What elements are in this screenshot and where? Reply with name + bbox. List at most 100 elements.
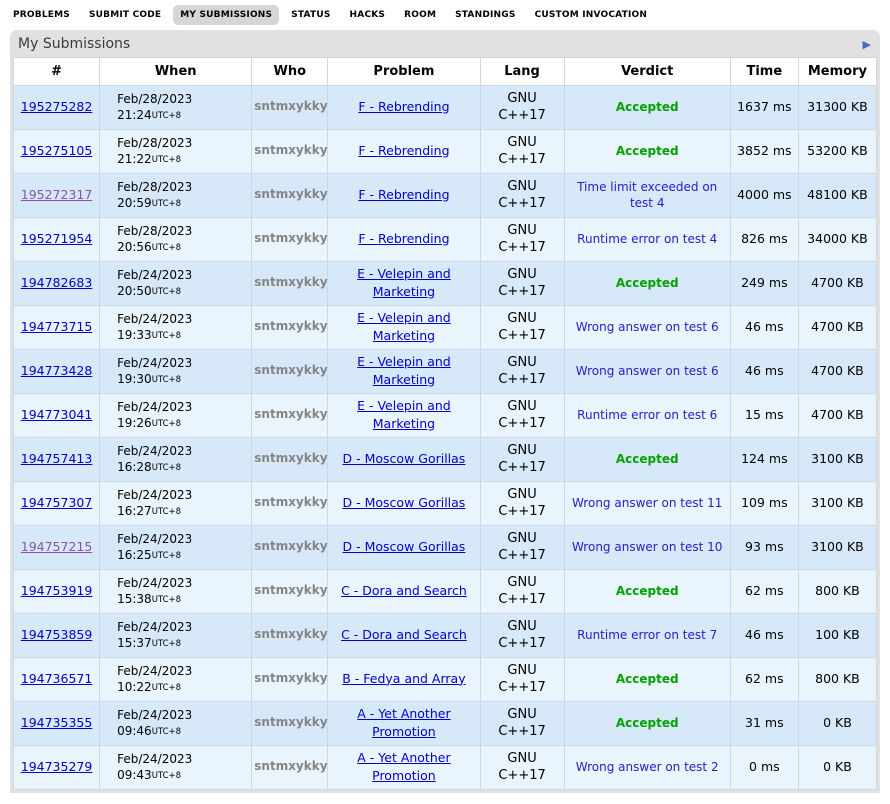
lang-cell: GNU C++17 — [480, 438, 564, 482]
problem-link[interactable]: E - Velepin and Marketing — [357, 354, 451, 387]
time-cell: 1637 ms — [730, 86, 798, 130]
nav-tab-problems[interactable]: PROBLEMS — [6, 5, 77, 25]
who-cell: sntmxykky — [252, 746, 328, 790]
problem-link[interactable]: E - Velepin and Marketing — [357, 310, 451, 343]
nav-tab-my-submissions[interactable]: MY SUBMISSIONS — [173, 5, 279, 25]
submission-id-link[interactable]: 194736571 — [21, 671, 93, 686]
verdict-text: Accepted — [616, 452, 679, 466]
nav-tab-custom-invocation[interactable]: CUSTOM INVOCATION — [528, 5, 655, 25]
user-link[interactable]: sntmxykky — [254, 583, 327, 597]
submission-time: 09:43UTC+8 — [117, 768, 181, 782]
verdict-cell: Accepted — [564, 658, 730, 702]
submission-id-link[interactable]: 194782683 — [21, 275, 93, 290]
submission-id-link[interactable]: 195271954 — [21, 231, 93, 246]
problem-link[interactable]: F - Rebrending — [358, 231, 449, 246]
submission-id-link[interactable]: 194753859 — [21, 627, 93, 642]
nav-tab-submit-code[interactable]: SUBMIT CODE — [82, 5, 168, 25]
submission-id-link[interactable]: 194735279 — [21, 759, 93, 774]
submission-date: Feb/24/2023 — [117, 620, 245, 636]
id-cell: 194753859 — [14, 614, 100, 658]
problem-link[interactable]: B - Fedya and Array — [342, 671, 465, 686]
who-cell: sntmxykky — [252, 614, 328, 658]
submission-date: Feb/24/2023 — [117, 488, 245, 504]
submissions-panel: My Submissions ▶ #WhenWhoProblemLangVerd… — [10, 30, 880, 793]
when-cell: Feb/24/202310:22UTC+8 — [100, 658, 252, 702]
who-cell: sntmxykky — [252, 570, 328, 614]
problem-link[interactable]: A - Yet Another Promotion — [357, 706, 450, 739]
problem-link[interactable]: D - Moscow Gorillas — [343, 495, 466, 510]
when-cell: Feb/24/202309:43UTC+8 — [100, 746, 252, 790]
problem-cell: E - Velepin and Marketing — [328, 350, 480, 394]
when-cell: Feb/24/202319:30UTC+8 — [100, 350, 252, 394]
submission-id-link[interactable]: 194735355 — [21, 715, 93, 730]
column-header-verdict: Verdict — [564, 58, 730, 86]
problem-link[interactable]: C - Dora and Search — [341, 627, 467, 642]
problem-link[interactable]: F - Rebrending — [358, 143, 449, 158]
problem-link[interactable]: E - Velepin and Marketing — [357, 266, 451, 299]
user-link[interactable]: sntmxykky — [254, 187, 327, 201]
problem-link[interactable]: D - Moscow Gorillas — [343, 451, 466, 466]
table-row: 194753919Feb/24/202315:38UTC+8sntmxykkyC… — [14, 570, 877, 614]
user-link[interactable]: sntmxykky — [254, 495, 327, 509]
nav-tab-status[interactable]: STATUS — [284, 5, 337, 25]
user-link[interactable]: sntmxykky — [254, 275, 327, 289]
problem-link[interactable]: A - Yet Another Promotion — [357, 750, 450, 783]
who-cell: sntmxykky — [252, 218, 328, 262]
user-link[interactable]: sntmxykky — [254, 231, 327, 245]
column-header-when: When — [100, 58, 252, 86]
submission-id-link[interactable]: 194757413 — [21, 451, 93, 466]
verdict-text: Runtime error on test 7 — [577, 628, 717, 642]
expand-filter-arrow-icon[interactable]: ▶ — [860, 39, 874, 50]
user-link[interactable]: sntmxykky — [254, 451, 327, 465]
submission-id-link[interactable]: 195275105 — [21, 143, 93, 158]
user-link[interactable]: sntmxykky — [254, 759, 327, 773]
submission-id-link[interactable]: 195272317 — [21, 187, 93, 202]
problem-link[interactable]: F - Rebrending — [358, 187, 449, 202]
nav-tab-hacks[interactable]: HACKS — [343, 5, 393, 25]
user-link[interactable]: sntmxykky — [254, 143, 327, 157]
memory-cell: 3100 KB — [798, 482, 876, 526]
table-row: 195272317Feb/28/202320:59UTC+8sntmxykkyF… — [14, 174, 877, 218]
user-link[interactable]: sntmxykky — [254, 671, 327, 685]
when-cell: Feb/24/202316:27UTC+8 — [100, 482, 252, 526]
problem-link[interactable]: F - Rebrending — [358, 99, 449, 114]
when-cell: Feb/24/202319:26UTC+8 — [100, 394, 252, 438]
problem-link[interactable]: D - Moscow Gorillas — [343, 539, 466, 554]
column-header-time: Time — [730, 58, 798, 86]
id-cell: 194773715 — [14, 306, 100, 350]
who-cell: sntmxykky — [252, 482, 328, 526]
verdict-text: Wrong answer on test 2 — [576, 760, 719, 774]
nav-tab-room[interactable]: ROOM — [397, 5, 443, 25]
submission-id-link[interactable]: 194757215 — [21, 539, 93, 554]
lang-cell: GNU C++17 — [480, 350, 564, 394]
user-link[interactable]: sntmxykky — [254, 363, 327, 377]
verdict-text: Time limit exceeded on test 4 — [577, 180, 717, 210]
submission-id-link[interactable]: 194753919 — [21, 583, 93, 598]
user-link[interactable]: sntmxykky — [254, 407, 327, 421]
verdict-cell: Wrong answer on test 6 — [564, 306, 730, 350]
submission-id-link[interactable]: 194757307 — [21, 495, 93, 510]
timezone-label: UTC+8 — [152, 243, 181, 253]
submission-date: Feb/24/2023 — [117, 400, 245, 416]
id-cell: 194757413 — [14, 438, 100, 482]
problem-link[interactable]: C - Dora and Search — [341, 583, 467, 598]
submission-date: Feb/24/2023 — [117, 312, 245, 328]
user-link[interactable]: sntmxykky — [254, 715, 327, 729]
timezone-label: UTC+8 — [152, 287, 181, 297]
time-cell: 31 ms — [730, 702, 798, 746]
user-link[interactable]: sntmxykky — [254, 319, 327, 333]
verdict-text: Wrong answer on test 6 — [576, 320, 719, 334]
problem-link[interactable]: E - Velepin and Marketing — [357, 398, 451, 431]
nav-tab-standings[interactable]: STANDINGS — [448, 5, 522, 25]
submission-id-link[interactable]: 194773428 — [21, 363, 93, 378]
id-cell: 195275105 — [14, 130, 100, 174]
timezone-label: UTC+8 — [152, 771, 181, 781]
user-link[interactable]: sntmxykky — [254, 99, 327, 113]
user-link[interactable]: sntmxykky — [254, 627, 327, 641]
user-link[interactable]: sntmxykky — [254, 539, 327, 553]
submission-id-link[interactable]: 195275282 — [21, 99, 93, 114]
submission-id-link[interactable]: 194773715 — [21, 319, 93, 334]
submission-time: 15:37UTC+8 — [117, 636, 181, 650]
problem-cell: A - Yet Another Promotion — [328, 746, 480, 790]
submission-id-link[interactable]: 194773041 — [21, 407, 93, 422]
